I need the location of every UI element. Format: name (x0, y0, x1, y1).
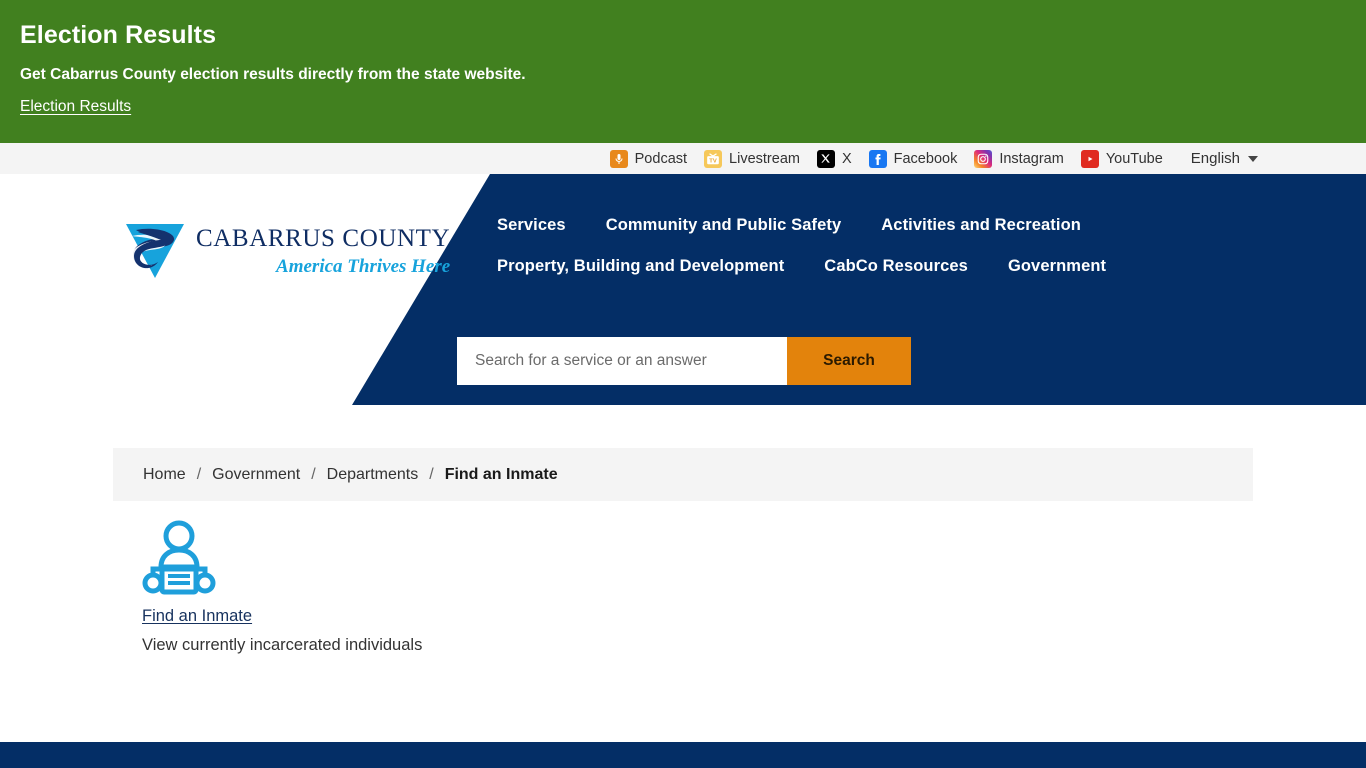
inmate-icon (142, 519, 216, 597)
nav-item-community-and-public-safety[interactable]: Community and Public Safety (606, 216, 842, 235)
breadcrumb-separator: / (429, 465, 434, 483)
nav-row-1: Services Community and Public Safety Act… (497, 216, 1217, 235)
main-navigation: Services Community and Public Safety Act… (497, 216, 1217, 298)
nav-item-activities-and-recreation[interactable]: Activities and Recreation (881, 216, 1081, 235)
social-link-facebook[interactable]: Facebook (868, 149, 958, 168)
nav-row-2: Property, Building and Development CabCo… (497, 257, 1217, 276)
nav-item-government[interactable]: Government (1008, 257, 1106, 276)
social-label-x: X (841, 150, 852, 167)
service-link-find-an-inmate[interactable]: Find an Inmate (142, 607, 252, 626)
social-link-x[interactable]: X (816, 149, 852, 168)
social-label-podcast: Podcast (634, 150, 688, 167)
social-link-podcast[interactable]: Podcast (609, 149, 688, 168)
breadcrumb-item-home[interactable]: Home (143, 466, 186, 484)
nav-item-services[interactable]: Services (497, 216, 566, 235)
breadcrumb-item-departments[interactable]: Departments (327, 466, 419, 484)
social-link-instagram[interactable]: Instagram (974, 149, 1064, 168)
language-selector-value: English (1190, 150, 1240, 167)
search-input[interactable] (457, 337, 787, 385)
alert-election-results-link[interactable]: Election Results (20, 98, 131, 116)
podcast-icon (609, 149, 628, 168)
svg-text:TV: TV (709, 158, 717, 164)
social-label-facebook: Facebook (893, 150, 958, 167)
breadcrumb-separator: / (196, 465, 202, 483)
youtube-icon (1080, 149, 1099, 168)
breadcrumb-item-government[interactable]: Government (212, 466, 300, 484)
election-alert-banner: Election Results Get Cabarrus County ele… (0, 0, 1366, 143)
logo-tagline: America Thrives Here (276, 256, 451, 277)
breadcrumb: Home / Government / Departments / Find a… (113, 448, 1253, 501)
social-link-youtube[interactable]: YouTube (1080, 149, 1163, 168)
social-label-livestream: Livestream (729, 150, 800, 167)
social-label-instagram: Instagram (999, 150, 1064, 167)
nav-item-property-building-and-development[interactable]: Property, Building and Development (497, 257, 784, 276)
cabarrus-logo-icon (124, 222, 186, 280)
breadcrumb-current-page: Find an Inmate (444, 465, 558, 483)
alert-title: Election Results (20, 21, 217, 49)
breadcrumb-separator: / (311, 465, 316, 483)
social-label-youtube: YouTube (1105, 150, 1163, 167)
site-search: Search (457, 337, 911, 385)
chevron-down-icon (1248, 155, 1258, 162)
x-icon (816, 149, 835, 168)
service-card-find-an-inmate: Find an Inmate View currently incarcerat… (142, 519, 742, 655)
facebook-icon (868, 149, 887, 168)
social-link-livestream[interactable]: TV Livestream (704, 149, 800, 168)
alert-description: Get Cabarrus County election results dir… (20, 65, 526, 83)
service-description: View currently incarcerated individuals (142, 636, 423, 654)
social-utility-bar: Podcast TV Livestream X Facebook Instagr… (0, 143, 1366, 174)
livestream-icon: TV (704, 149, 723, 168)
logo-county-name: CABARRUS COUNTY (196, 225, 451, 252)
logo-wordmark: CABARRUS COUNTY America Thrives Here (196, 226, 450, 276)
instagram-icon (974, 149, 993, 168)
main-content: Find an Inmate View currently incarcerat… (142, 519, 742, 655)
site-footer (0, 742, 1366, 768)
search-button[interactable]: Search (787, 337, 911, 385)
language-selector[interactable]: English (1191, 150, 1258, 167)
site-logo[interactable]: CABARRUS COUNTY America Thrives Here (124, 222, 450, 280)
nav-item-cabco-resources[interactable]: CabCo Resources (824, 257, 968, 276)
